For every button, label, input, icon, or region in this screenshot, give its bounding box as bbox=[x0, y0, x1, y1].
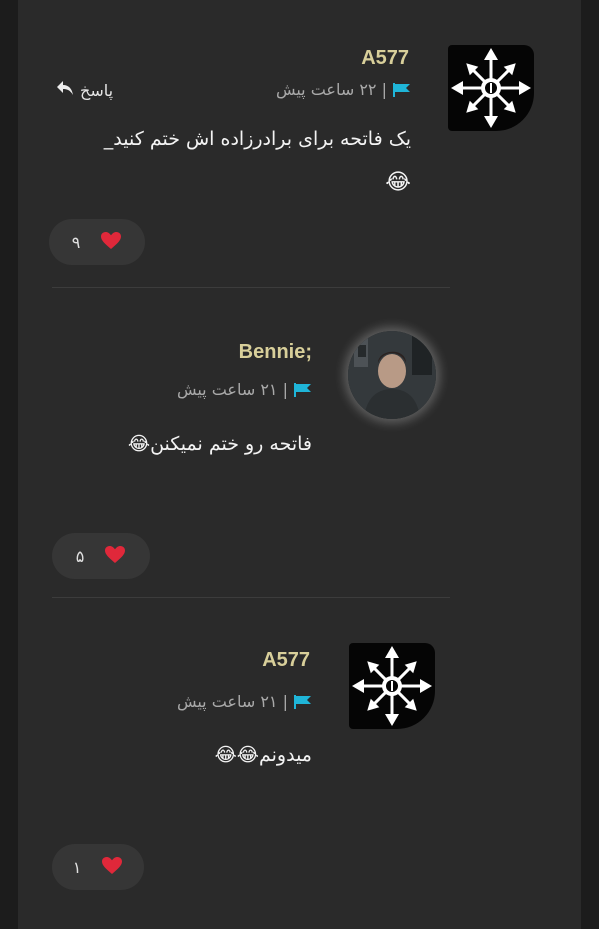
heart-icon bbox=[104, 545, 126, 568]
comment-2-username[interactable]: Bennie; bbox=[239, 341, 312, 364]
flag-icon[interactable] bbox=[294, 382, 312, 397]
comment-3-like-count: ۱ bbox=[72, 857, 82, 877]
comment-1-avatar[interactable] bbox=[448, 45, 534, 131]
comment-2-like-count: ۵ bbox=[75, 546, 85, 566]
heart-icon bbox=[100, 231, 122, 254]
comment-1-meta: | ۲۲ ساعت پیش bbox=[276, 80, 411, 99]
comment-2-time: | ۲۱ ساعت پیش bbox=[176, 380, 288, 399]
flag-icon[interactable] bbox=[294, 694, 312, 709]
comment-1-like-count: ۹ bbox=[71, 232, 81, 252]
comment-divider bbox=[52, 287, 450, 288]
comment-3-username[interactable]: A577 bbox=[262, 649, 310, 672]
comment-2-text: فاتحه رو ختم نمیکنن😂 bbox=[127, 433, 312, 455]
comment-1-username[interactable]: A577 bbox=[361, 47, 409, 70]
comment-3-time: | ۲۱ ساعت پیش bbox=[176, 692, 288, 711]
comment-2-like-button[interactable]: ۵ bbox=[52, 533, 150, 579]
heart-icon bbox=[101, 856, 123, 879]
comment-3-meta: | ۲۱ ساعت پیش bbox=[177, 692, 312, 711]
reply-button[interactable]: پاسخ bbox=[56, 80, 113, 100]
comment-3-avatar[interactable] bbox=[349, 643, 435, 729]
comment-divider bbox=[52, 597, 450, 598]
comment-1-like-button[interactable]: ۹ bbox=[49, 219, 145, 265]
chaos-star-icon bbox=[451, 48, 531, 128]
comment-2-avatar[interactable] bbox=[348, 331, 436, 419]
comment-2-meta: | ۲۱ ساعت پیش bbox=[177, 380, 312, 399]
comment-1-time: | ۲۲ ساعت پیش bbox=[275, 80, 387, 99]
portrait-photo-icon bbox=[348, 331, 436, 419]
comment-3-text: میدونم😂😂 bbox=[214, 744, 312, 766]
reply-label: پاسخ bbox=[80, 80, 114, 100]
flag-icon[interactable] bbox=[393, 82, 411, 97]
comment-3-like-button[interactable]: ۱ bbox=[52, 844, 144, 890]
reply-arrow-icon bbox=[56, 80, 74, 100]
comment-1-text-line1: یک فاتحه برای برادرزاده اش ختم کنید_ bbox=[103, 128, 411, 150]
chaos-star-icon bbox=[352, 646, 432, 726]
comment-1-text-line2: 😂 bbox=[385, 170, 411, 195]
